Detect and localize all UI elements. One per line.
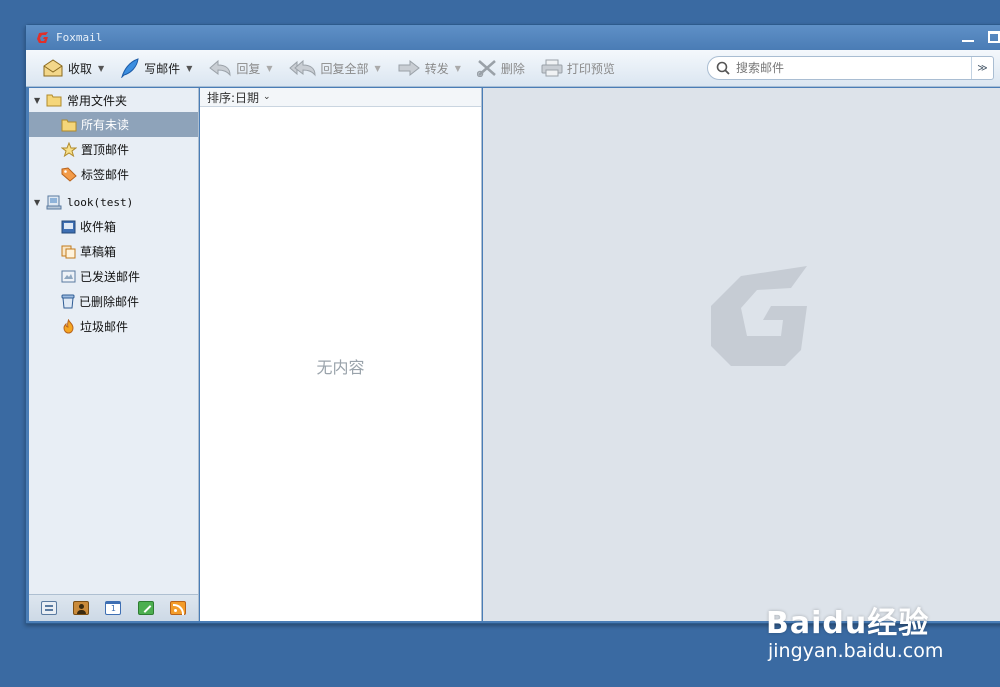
- folder-label: 收件箱: [80, 220, 117, 234]
- mail-module-icon[interactable]: [41, 601, 58, 615]
- account-icon: [46, 195, 62, 209]
- folder-label: 标签邮件: [81, 168, 130, 182]
- reply-arrow-icon: [209, 59, 231, 77]
- chevron-down-icon[interactable]: ⌄: [263, 92, 271, 102]
- contacts-module-icon[interactable]: [73, 601, 90, 615]
- reply-label: 回复: [236, 61, 261, 76]
- forward-label: 转发: [424, 61, 449, 76]
- toolbar: 收取 ▼ 写邮件 ▼ 回复 ▼ 回复全部 ▼ 转发 ▼ 删除 打印预览 搜索邮件…: [26, 50, 1000, 87]
- reply-all-dropdown-icon[interactable]: ▼: [375, 64, 381, 73]
- folder-sidebar: ▼ 常用文件夹 所有未读 置顶邮件 标签邮件 ▼ look(test) 收件箱 …: [29, 88, 199, 621]
- notes-module-icon[interactable]: [137, 601, 154, 615]
- folder-icon: [61, 119, 77, 131]
- envelope-open-icon: [43, 59, 63, 77]
- reading-pane: [483, 88, 1000, 621]
- reply-dropdown-icon[interactable]: ▼: [266, 64, 272, 73]
- feather-pen-icon: [121, 58, 139, 78]
- maximize-button[interactable]: [988, 31, 1000, 43]
- calendar-module-icon[interactable]: 1: [105, 601, 122, 615]
- sort-selector[interactable]: 排序:日期 ⌄: [200, 88, 481, 107]
- search-input[interactable]: [736, 61, 971, 75]
- print-preview-label: 打印预览: [566, 61, 615, 76]
- folder-all-unread[interactable]: 所有未读: [29, 112, 198, 137]
- foxmail-logo-icon: [37, 31, 48, 43]
- folder-tagged-mail[interactable]: 标签邮件: [29, 162, 198, 187]
- compose-dropdown-icon[interactable]: ▼: [186, 64, 192, 73]
- folder-label: 所有未读: [81, 118, 130, 132]
- foxmail-window: Foxmail 收取 ▼ 写邮件 ▼ 回复 ▼ 回复全部 ▼ 转发 ▼ 删除 打…: [25, 24, 1000, 624]
- receive-button[interactable]: 收取 ▼: [36, 53, 110, 83]
- compose-label: 写邮件: [144, 61, 181, 76]
- folder-icon: [46, 94, 62, 107]
- sent-icon: [61, 270, 76, 283]
- minimize-button[interactable]: [962, 31, 974, 43]
- reply-all-button[interactable]: 回复全部 ▼: [283, 53, 387, 83]
- reply-all-arrow-icon: [288, 59, 316, 77]
- baidu-brand-text: Baidu经验: [766, 606, 930, 641]
- reply-all-label: 回复全部: [320, 61, 369, 76]
- reply-button[interactable]: 回复 ▼: [202, 53, 278, 83]
- folder-junk[interactable]: 垃圾邮件: [29, 314, 198, 339]
- foxmail-watermark-logo-icon: [711, 266, 807, 366]
- rss-module-icon[interactable]: [169, 601, 186, 615]
- star-icon: [61, 142, 77, 157]
- folder-inbox[interactable]: 收件箱: [29, 214, 198, 239]
- folder-group-label: 常用文件夹: [67, 93, 128, 108]
- receive-label: 收取: [68, 61, 93, 76]
- trash-can-icon: [61, 294, 75, 309]
- folder-deleted[interactable]: 已删除邮件: [29, 289, 198, 314]
- delete-label: 删除: [500, 61, 525, 76]
- folder-label: 草稿箱: [80, 245, 117, 259]
- empty-list-message: 无内容: [316, 358, 365, 377]
- message-list-pane: 排序:日期 ⌄ 无内容: [200, 88, 482, 621]
- folder-label: 已发送邮件: [80, 270, 141, 284]
- folder-label: 置顶邮件: [81, 143, 130, 157]
- title-bar[interactable]: Foxmail: [26, 25, 1000, 50]
- search-box[interactable]: ≫: [707, 56, 994, 80]
- compose-button[interactable]: 写邮件 ▼: [114, 53, 198, 83]
- fire-icon: [63, 319, 74, 334]
- window-title: Foxmail: [56, 31, 103, 44]
- scissors-delete-icon: [476, 60, 496, 77]
- forward-arrow-icon: [398, 59, 420, 77]
- folder-pinned-mail[interactable]: 置顶邮件: [29, 137, 198, 162]
- baidu-url-text: jingyan.baidu.com: [768, 640, 944, 662]
- folder-label: 垃圾邮件: [80, 320, 129, 334]
- folder-label: 已删除邮件: [79, 295, 140, 309]
- receive-dropdown-icon[interactable]: ▼: [98, 64, 104, 73]
- forward-dropdown-icon[interactable]: ▼: [455, 64, 461, 73]
- folder-group-common[interactable]: ▼ 常用文件夹: [29, 88, 198, 112]
- forward-button[interactable]: 转发 ▼: [391, 53, 467, 83]
- inbox-icon: [61, 220, 76, 233]
- account-label: look(test): [67, 195, 134, 209]
- folder-drafts[interactable]: 草稿箱: [29, 239, 198, 264]
- print-preview-button[interactable]: 打印预览: [535, 53, 621, 83]
- search-options-chevron-icon[interactable]: ≫: [971, 57, 993, 79]
- expand-arrow-icon[interactable]: ▼: [34, 96, 46, 105]
- search-icon: [716, 61, 730, 75]
- tag-icon: [61, 167, 77, 182]
- folder-sent[interactable]: 已发送邮件: [29, 264, 198, 289]
- drafts-icon: [61, 245, 76, 258]
- expand-arrow-icon[interactable]: ▼: [34, 198, 46, 207]
- module-switcher-bar: 1: [29, 594, 198, 621]
- printer-icon: [541, 59, 563, 77]
- sort-label: 排序:日期: [207, 90, 260, 105]
- folder-group-account[interactable]: ▼ look(test): [29, 190, 198, 214]
- delete-button[interactable]: 删除: [471, 53, 531, 83]
- baidu-watermark: Baidu经验 jingyan.baidu.com: [766, 598, 943, 662]
